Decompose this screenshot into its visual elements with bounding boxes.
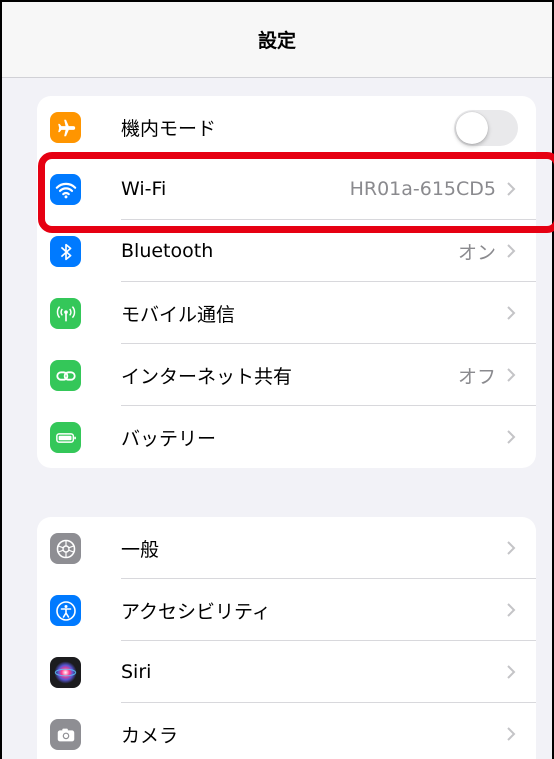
settings-row-accessibility[interactable]: アクセシビリティ: [37, 579, 536, 641]
hotspot-icon: [50, 360, 81, 391]
chevron-right-icon: [507, 182, 516, 196]
cellular-icon: [50, 298, 81, 329]
settings-row-cellular[interactable]: モバイル通信: [37, 282, 536, 344]
settings-row-wifi[interactable]: Wi-Fi HR01a-615CD5: [37, 158, 536, 220]
settings-screen: 設定 機内モード Wi-Fi HR01a-615CD5 Bluetooth オン…: [0, 0, 554, 759]
connectivity-settings-group: 機内モード Wi-Fi HR01a-615CD5 Bluetooth オン モバ…: [37, 96, 536, 468]
chevron-right-icon: [507, 665, 516, 679]
accessibility-icon: [50, 595, 81, 626]
chevron-right-icon: [507, 244, 516, 258]
navigation-bar: 設定: [2, 2, 552, 78]
hotspot-status: オフ: [457, 365, 496, 388]
settings-row-label: Bluetooth: [121, 240, 214, 262]
settings-row-label: カメラ: [121, 724, 179, 747]
toggle-knob: [456, 112, 488, 144]
settings-row-label: 一般: [121, 538, 160, 561]
chevron-right-icon: [507, 603, 516, 617]
settings-row-label: モバイル通信: [121, 303, 236, 326]
settings-row-label: Wi-Fi: [121, 178, 167, 200]
chevron-right-icon: [507, 306, 516, 320]
settings-row-personal-hotspot[interactable]: インターネット共有 オフ: [37, 344, 536, 406]
bluetooth-icon: [50, 236, 81, 267]
chevron-right-icon: [507, 368, 516, 382]
general-settings-group: 一般 アクセシビリティ Siri カメラ: [37, 517, 536, 759]
chevron-right-icon: [507, 430, 516, 444]
camera-icon: [50, 719, 81, 750]
settings-row-label: 機内モード: [121, 117, 217, 140]
chevron-right-icon: [507, 727, 516, 741]
settings-row-battery[interactable]: バッテリー: [37, 406, 536, 468]
settings-row-label: Siri: [121, 661, 152, 683]
settings-row-airplane-mode[interactable]: 機内モード: [37, 96, 536, 158]
settings-row-label: インターネット共有: [121, 365, 293, 388]
gear-icon: [50, 533, 81, 564]
battery-icon: [50, 422, 81, 453]
bluetooth-status: オン: [457, 241, 496, 264]
settings-row-bluetooth[interactable]: Bluetooth オン: [37, 220, 536, 282]
settings-row-general[interactable]: 一般: [37, 517, 536, 579]
settings-row-camera[interactable]: カメラ: [37, 703, 536, 759]
page-title: 設定: [257, 30, 296, 52]
airplane-icon: [50, 112, 81, 143]
settings-row-label: バッテリー: [121, 427, 217, 450]
wifi-network-name: HR01a-615CD5: [349, 178, 496, 200]
chevron-right-icon: [507, 541, 516, 555]
siri-icon: [50, 657, 81, 688]
airplane-mode-toggle[interactable]: [454, 110, 518, 146]
settings-row-siri[interactable]: Siri: [37, 641, 536, 703]
settings-row-label: アクセシビリティ: [121, 600, 271, 623]
wifi-icon: [50, 174, 81, 205]
